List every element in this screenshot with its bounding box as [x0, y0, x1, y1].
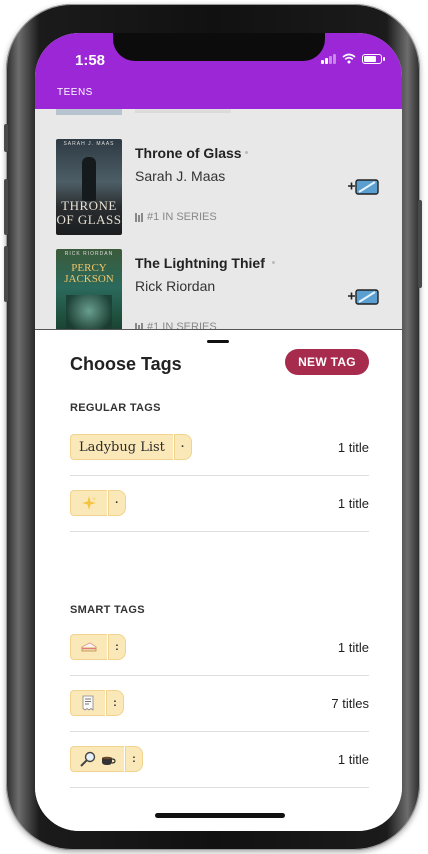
tag-chip[interactable]: : — [70, 746, 143, 772]
book-author: Rick Riordan — [135, 278, 216, 294]
status-icons — [321, 53, 385, 64]
tag-chip[interactable]: · — [70, 490, 126, 516]
add-to-shelf-icon[interactable] — [347, 287, 381, 307]
tag-row-receipt[interactable]: : 7 titles — [70, 676, 369, 732]
series-info: #1 IN SERIES — [135, 211, 217, 223]
book-title: The Lightning Thief — [135, 255, 265, 271]
smart-tags-label: SMART TAGS — [70, 604, 145, 616]
sheet-grabber[interactable] — [207, 340, 229, 343]
tag-tab-colon-icon: : — [108, 634, 126, 660]
section-title: TEENS — [57, 87, 93, 98]
tag-row-magnifier-coffee[interactable]: : 1 title — [70, 732, 369, 788]
regular-tags-label: REGULAR TAGS — [70, 402, 161, 414]
tag-count: 1 title — [337, 496, 369, 511]
home-indicator[interactable] — [155, 813, 285, 818]
tag-row-ladybug-list[interactable]: Ladybug List · 1 title — [70, 420, 369, 476]
separator-dot — [272, 261, 275, 264]
tag-count: 1 title — [337, 640, 369, 655]
tag-chip[interactable]: : — [70, 634, 126, 660]
battery-icon — [362, 53, 385, 64]
cover-title: PERCY JACKSON — [64, 262, 114, 285]
tag-tab-dot-icon: · — [108, 490, 126, 516]
coffee-icon — [102, 756, 116, 765]
app-screen: 1:58 TEENS SARAH J. MAAS THRONE OF GLASS — [35, 33, 402, 831]
tag-label — [70, 690, 105, 716]
tag-row-sparkles[interactable]: · 1 title — [70, 476, 369, 532]
choose-tags-sheet: Choose Tags NEW TAG REGULAR TAGS Ladybug… — [35, 329, 402, 831]
cake-icon — [81, 642, 97, 652]
tag-label — [70, 746, 124, 772]
tag-chip[interactable]: : — [70, 690, 124, 716]
book-list[interactable]: SARAH J. MAAS THRONE OF GLASS Throne of … — [35, 109, 402, 329]
volume-up-button — [4, 179, 8, 235]
wifi-icon — [342, 53, 356, 64]
separator-dot — [245, 151, 248, 154]
volume-down-button — [4, 246, 8, 302]
tag-label — [70, 490, 107, 516]
tag-label: Ladybug List — [70, 434, 173, 460]
series-icon — [135, 212, 143, 222]
tag-tab-colon-icon: : — [125, 746, 143, 772]
notch — [113, 33, 325, 61]
book-row[interactable]: SARAH J. MAAS THRONE OF GLASS Throne of … — [35, 139, 402, 247]
signal-icon — [321, 53, 336, 64]
status-time: 1:58 — [75, 52, 106, 69]
series-label: #1 IN SERIES — [147, 321, 217, 329]
power-button — [418, 200, 422, 288]
book-author: Sarah J. Maas — [135, 168, 226, 184]
book-cover: RICK RIORDAN PERCY JACKSON — [56, 249, 122, 329]
app-header: 1:58 TEENS — [35, 33, 402, 109]
add-to-shelf-icon[interactable] — [347, 177, 381, 197]
book-row[interactable]: RICK RIORDAN PERCY JACKSON The Lightning… — [35, 249, 402, 329]
series-label: #1 IN SERIES — [147, 211, 217, 223]
tag-tab-colon-icon: : — [106, 690, 124, 716]
book-title: Throne of Glass — [135, 145, 242, 161]
book-cover: SARAH J. MAAS THRONE OF GLASS — [56, 139, 122, 235]
tag-count: 1 title — [337, 752, 369, 767]
sheet-title: Choose Tags — [70, 354, 182, 374]
previous-book-row — [35, 109, 402, 117]
tag-chip[interactable]: Ladybug List · — [70, 434, 192, 460]
tag-row-cake[interactable]: : 1 title — [70, 620, 369, 676]
series-info: #1 IN SERIES — [135, 321, 217, 329]
tag-label — [70, 634, 107, 660]
receipt-icon — [82, 695, 94, 711]
tag-count: 7 titles — [331, 696, 369, 711]
cover-title: THRONE OF GLASS — [56, 198, 122, 227]
tag-count: 1 title — [337, 440, 369, 455]
cover-author: SARAH J. MAAS — [63, 141, 115, 147]
magnifier-icon — [80, 751, 96, 767]
cover-author: RICK RIORDAN — [64, 251, 114, 257]
new-tag-button[interactable]: NEW TAG — [285, 349, 369, 375]
mute-switch — [4, 124, 8, 152]
tag-tab-dot-icon: · — [173, 434, 192, 460]
sparkles-icon — [82, 496, 97, 510]
